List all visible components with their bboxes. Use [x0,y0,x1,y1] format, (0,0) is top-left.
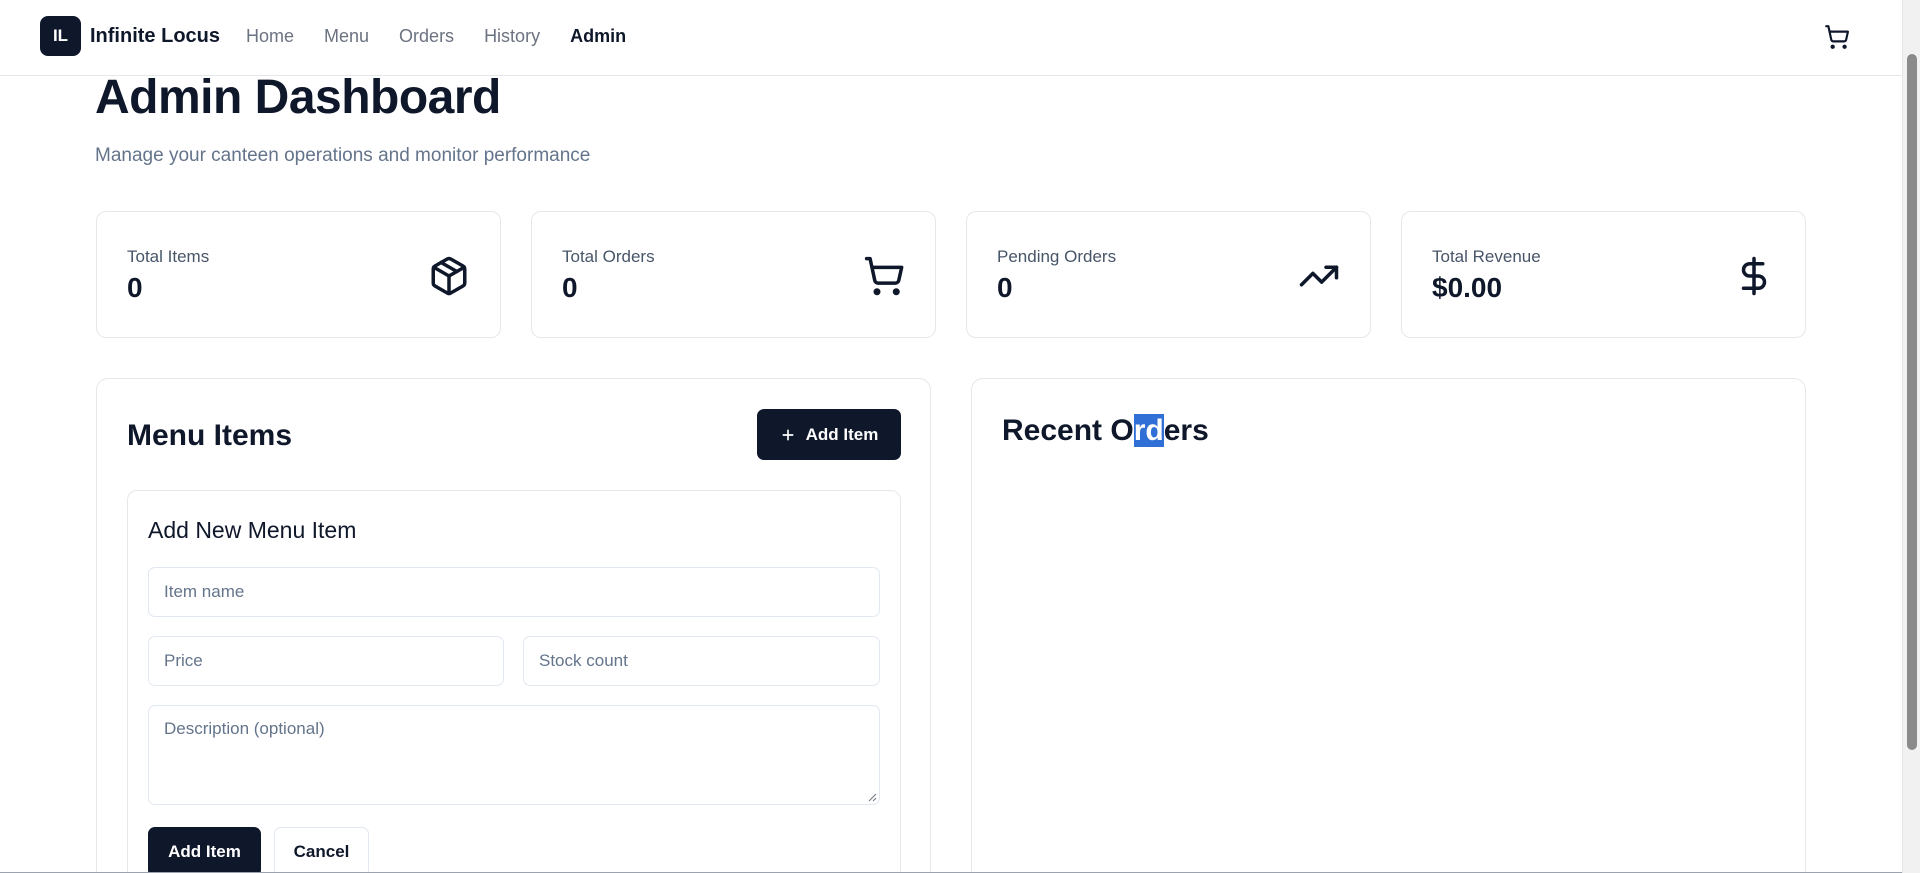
logo[interactable]: IL [40,16,81,56]
text-selection: rd [1133,414,1164,447]
submit-add-item-button[interactable]: Add Item [148,827,261,873]
description-placeholder: Description (optional) [164,719,325,738]
nav-link-history[interactable]: History [484,26,540,47]
nav-link-home[interactable]: Home [246,26,294,47]
title-part: ers [1163,414,1209,447]
add-menu-item-form: Add New Menu Item Item name Price Stock … [127,490,901,873]
add-item-label: Add Item [805,424,879,444]
stat-label: Pending Orders [997,247,1117,266]
add-item-button[interactable]: Add Item [757,409,901,460]
cart-button[interactable] [1822,22,1852,52]
stat-value: 0 [997,272,1013,303]
stat-card-total-orders: Total Orders 0 [531,211,936,338]
cancel-button[interactable]: Cancel [274,827,369,873]
form-title: Add New Menu Item [148,517,357,543]
dollar-icon [1741,256,1767,296]
page: IL Infinite Locus Home Menu Orders Histo… [0,0,1920,873]
item-name-input[interactable]: Item name [148,567,880,617]
recent-orders-title: Recent Orders [1002,414,1209,448]
trending-up-icon [1299,265,1339,287]
price-input[interactable]: Price [148,636,504,686]
stat-label: Total Items [127,247,210,266]
nav-link-menu[interactable]: Menu [324,26,369,47]
stat-value: $0.00 [1432,272,1503,303]
stat-card-total-items: Total Items 0 [96,211,501,338]
stock-count-input[interactable]: Stock count [523,636,880,686]
nav-link-admin[interactable]: Admin [570,26,626,47]
cart-icon [1825,25,1850,49]
resize-grip-icon[interactable] [867,792,877,802]
stat-label: Total Orders [562,247,655,266]
page-title: Admin Dashboard [95,71,501,124]
cart-icon [864,256,904,296]
menu-items-title: Menu Items [127,419,293,452]
title-part: Recent O [1002,414,1134,447]
scrollbar[interactable] [1902,0,1920,873]
page-subtitle: Manage your canteen operations and monit… [95,145,591,166]
navbar: IL Infinite Locus Home Menu Orders Histo… [0,0,1902,76]
recent-orders-panel: Recent Orders [971,378,1806,873]
stat-label: Total Revenue [1432,247,1541,266]
box-icon [431,256,467,296]
stat-value: 0 [562,272,578,303]
stat-card-pending-orders: Pending Orders 0 [966,211,1371,338]
nav-links: Home Menu Orders History Admin [246,26,656,47]
stat-card-total-revenue: Total Revenue $0.00 [1401,211,1806,338]
menu-items-panel: Menu Items Add Item Add New Menu Item It… [96,378,931,873]
stat-value: 0 [127,272,143,303]
plus-icon [782,429,794,440]
brand-name[interactable]: Infinite Locus [90,25,220,48]
scrollbar-thumb[interactable] [1907,54,1917,750]
description-textarea[interactable]: Description (optional) [148,705,880,805]
nav-link-orders[interactable]: Orders [399,26,454,47]
